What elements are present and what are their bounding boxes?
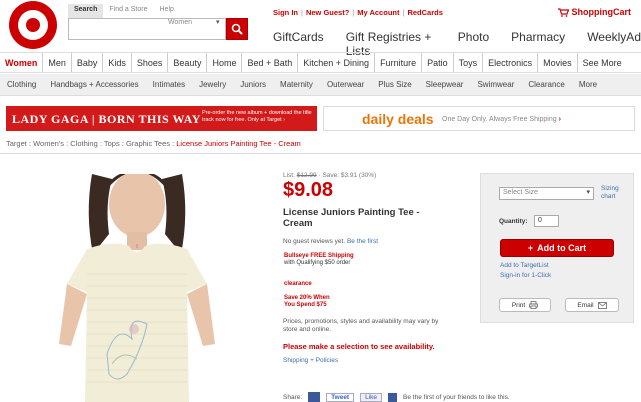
envelope-icon <box>597 301 607 309</box>
share-label: Share: <box>283 393 303 401</box>
lady-gaga-banner[interactable]: LADY GAGA | BORN THIS WAY Pre-order the … <box>6 106 317 131</box>
daily-deals-text: One Day Only. Always Free Shipping › <box>442 116 561 123</box>
gaga-banner-text: Pre-order the new album + download the t… <box>202 110 312 123</box>
sizing-chart-link[interactable]: Sizing chart <box>601 185 633 201</box>
sign-in-link[interactable]: Sign In <box>273 8 298 17</box>
plus-icon: + <box>527 243 534 253</box>
sale-price: $9.08 <box>283 179 334 201</box>
nav-bed-bath[interactable]: Bed + Bath <box>242 53 299 72</box>
nav-shoes[interactable]: Shoes <box>132 53 169 72</box>
redcards-link[interactable]: RedCards <box>407 8 442 17</box>
page: { "header": { "search_tabs": ["Search", … <box>0 0 641 402</box>
subnav-juniors[interactable]: Juniors <box>233 74 273 95</box>
new-guest-link[interactable]: New Guest? <box>306 8 349 17</box>
chevron-down-icon: ▾ <box>216 19 220 26</box>
tweet-button[interactable]: Tweet <box>326 392 355 402</box>
nav-patio[interactable]: Patio <box>422 53 454 72</box>
quantity-label: Quantity: <box>499 218 528 225</box>
buy-box: Select Size ▾ Sizing chart Quantity: 0 +… <box>480 173 634 323</box>
one-click-signin-link[interactable]: Sign-in for 1-Click <box>500 272 551 279</box>
subnav-handbags[interactable]: Handbags + Accessories <box>43 74 145 95</box>
nav-beauty[interactable]: Beauty <box>168 53 208 72</box>
shipping-promo[interactable]: Bullseye FREE Shipping with Qualifying $5… <box>284 253 354 267</box>
subnav-intimates[interactable]: Intimates <box>146 74 192 95</box>
subnav-plus-size[interactable]: Plus Size <box>371 74 418 95</box>
tab-help[interactable]: Help <box>154 4 180 18</box>
add-to-cart-button[interactable]: + Add to Cart <box>500 239 614 257</box>
tab-search[interactable]: Search <box>68 4 104 18</box>
sub-nav: Clothing Handbags + Accessories Intimate… <box>0 74 641 96</box>
nav-toys[interactable]: Toys <box>454 53 484 72</box>
size-select[interactable]: Select Size ▾ <box>499 187 594 200</box>
list-price: List: $12.99 · Save: $3.91 (30%) <box>283 172 377 179</box>
product-title: License Juniors Painting Tee - Cream <box>283 207 420 229</box>
printer-icon <box>529 301 539 309</box>
reviews-line: No guest reviews yet. Be the first <box>283 238 379 245</box>
email-label: Email <box>577 301 594 309</box>
print-label: Print <box>511 301 526 309</box>
search-box: Search Find a Store Help Women ▾ <box>68 4 248 40</box>
shipping-policies-link[interactable]: Shipping + Policies <box>283 357 338 364</box>
add-to-list-link[interactable]: Add to TargetList <box>500 262 549 269</box>
email-button[interactable]: Email <box>565 298 619 312</box>
cart-icon <box>557 7 569 17</box>
subnav-clothing[interactable]: Clothing <box>0 74 43 95</box>
daily-deals-banner[interactable]: daily deals One Day Only. Always Free Sh… <box>323 106 635 131</box>
divider <box>0 153 641 154</box>
quantity-input[interactable]: 0 <box>534 215 559 227</box>
subnav-more[interactable]: More <box>572 74 604 95</box>
breadcrumb-path[interactable]: Target : Women's : Clothing : Tops : Gra… <box>6 139 176 148</box>
subnav-sleepwear[interactable]: Sleepwear <box>419 74 471 95</box>
search-scope-value: Women <box>168 19 192 26</box>
chevron-down-icon: ▾ <box>586 189 590 196</box>
nav-home[interactable]: Home <box>207 53 243 72</box>
availability-message: Please make a selection to see availabil… <box>283 342 435 351</box>
subnav-swimwear[interactable]: Swimwear <box>470 74 521 95</box>
subnav-jewelry[interactable]: Jewelry <box>192 74 233 95</box>
nav-electronics[interactable]: Electronics <box>483 53 539 72</box>
daily-deals-title: daily deals <box>362 111 434 127</box>
save-offer[interactable]: Save 20% When You Spend $75 <box>284 295 330 309</box>
search-tabs: Search Find a Store Help <box>68 4 180 18</box>
gaga-banner-title: LADY GAGA | BORN THIS WAY <box>12 112 201 126</box>
clearance-badge: clearance <box>284 281 312 287</box>
like-button[interactable]: Like <box>360 392 383 402</box>
account-links: Sign In | New Guest? | My Account | RedCard… <box>273 8 443 17</box>
share-row: Share: Tweet Like Be the first of your f… <box>283 392 510 402</box>
shopping-cart-link[interactable]: ShoppingCart <box>557 7 632 17</box>
nav-see-more[interactable]: See More <box>578 53 627 72</box>
like-text: Be the first of your friends to like thi… <box>403 393 510 401</box>
search-button[interactable] <box>226 18 248 40</box>
price-disclaimer: Prices, promotions, styles and availabil… <box>283 318 439 333</box>
search-scope-select[interactable]: Women ▾ <box>168 19 220 26</box>
chevron-right-icon: › <box>558 116 561 123</box>
nav-men[interactable]: Men <box>43 53 72 72</box>
print-button[interactable]: Print <box>499 298 551 312</box>
size-select-value: Select Size <box>503 189 539 196</box>
product-image <box>59 174 215 402</box>
breadcrumb-current: License Juniors Painting Tee - Cream <box>176 139 301 148</box>
search-icon <box>231 23 243 35</box>
be-first-review-link[interactable]: Be the first <box>347 238 378 245</box>
my-account-link[interactable]: My Account <box>357 8 399 17</box>
nav-baby[interactable]: Baby <box>72 53 104 72</box>
subnav-maternity[interactable]: Maternity <box>273 74 320 95</box>
nav-furniture[interactable]: Furniture <box>375 53 423 72</box>
nav-kids[interactable]: Kids <box>103 53 132 72</box>
breadcrumb: Target : Women's : Clothing : Tops : Gra… <box>6 139 301 148</box>
cart-label: ShoppingCart <box>571 7 632 17</box>
facebook-share-icon[interactable] <box>308 392 321 402</box>
add-to-cart-label: Add to Cart <box>537 243 587 253</box>
target-logo[interactable] <box>9 1 57 49</box>
nav-kitchen-dining[interactable]: Kitchen + Dining <box>298 53 376 72</box>
facebook-icon <box>388 392 398 402</box>
search-input[interactable] <box>68 18 226 40</box>
subnav-clearance[interactable]: Clearance <box>521 74 571 95</box>
category-nav: Women Men Baby Kids Shoes Beauty Home Be… <box>0 52 641 73</box>
nav-movies[interactable]: Movies <box>538 53 578 72</box>
nav-women[interactable]: Women <box>0 53 44 72</box>
subnav-outerwear[interactable]: Outerwear <box>320 74 371 95</box>
tab-find-store[interactable]: Find a Store <box>103 4 153 18</box>
